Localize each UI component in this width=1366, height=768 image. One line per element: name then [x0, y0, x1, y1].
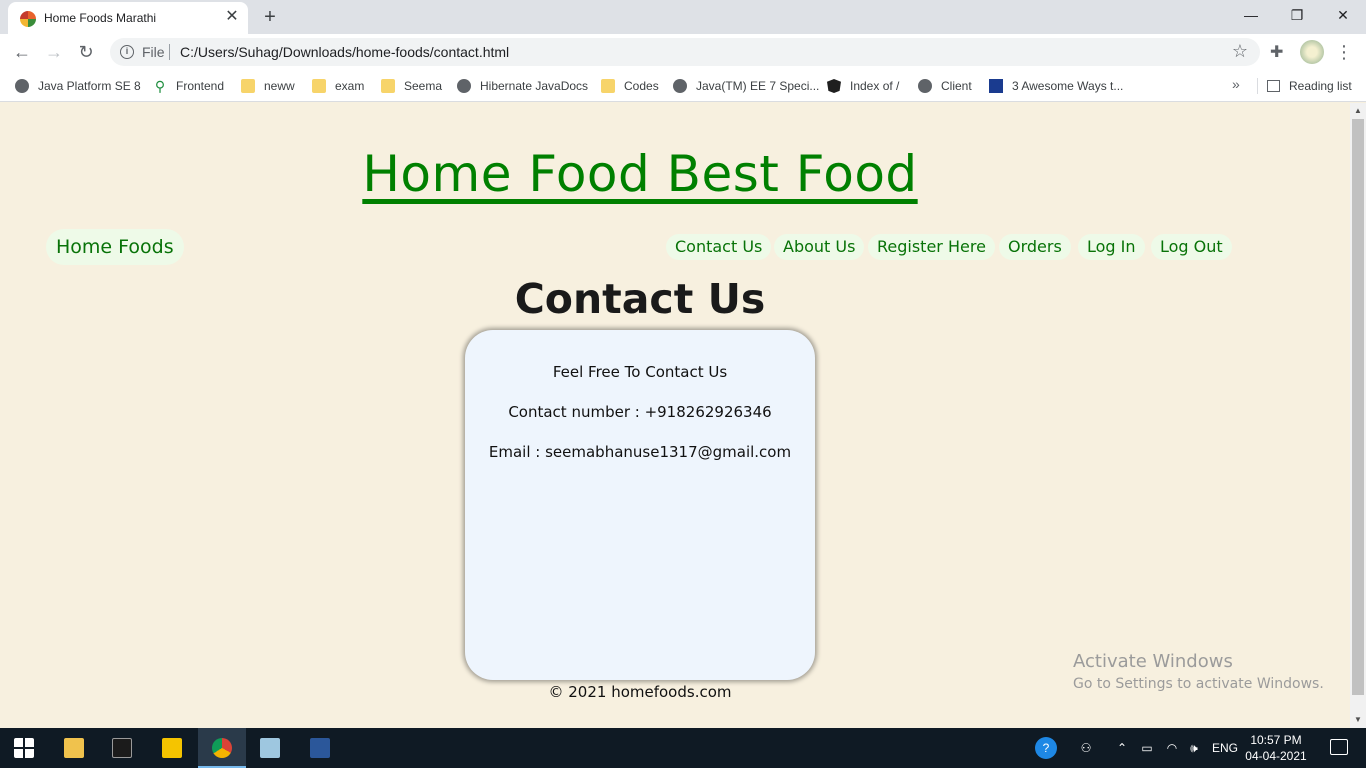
bookmark-item[interactable]: 3 Awesome Ways t... [989, 76, 1123, 96]
browser-tab[interactable]: Home Foods Marathi ✕ [8, 2, 248, 34]
url-scheme: File [142, 44, 165, 60]
contact-card: Feel Free To Contact Us Contact number :… [465, 330, 815, 680]
back-button[interactable]: ← [10, 40, 34, 64]
url-divider [169, 44, 170, 60]
globe-icon [457, 79, 471, 93]
language-indicator[interactable]: ENG [1210, 728, 1240, 768]
file-explorer-icon [64, 738, 84, 758]
brand-link[interactable]: Home Foods [46, 229, 184, 265]
bookmark-item[interactable]: Index of / [827, 76, 899, 96]
people-icon[interactable]: ⚇ [1076, 728, 1096, 768]
site-info-icon[interactable]: i [120, 45, 134, 59]
help-icon[interactable]: ? [1034, 728, 1058, 768]
nav-register-here[interactable]: Register Here [868, 234, 995, 260]
folder-icon [381, 79, 395, 93]
globe-icon [918, 79, 932, 93]
close-window-button[interactable]: ✕ [1320, 0, 1366, 30]
bookmark-item[interactable]: ⚲ Frontend [153, 76, 224, 96]
nav-contact-us[interactable]: Contact Us [666, 234, 772, 260]
battery-icon[interactable]: ▭ [1138, 728, 1156, 768]
bookmark-item[interactable]: Client [918, 76, 972, 96]
angular-icon [827, 79, 841, 93]
system-clock[interactable]: 10:57 PM 04-04-2021 [1244, 732, 1308, 764]
contact-phone: Contact number : +918262926346 [508, 403, 772, 421]
reload-button[interactable]: ↻ [74, 40, 98, 64]
clock-time: 10:57 PM [1250, 733, 1302, 747]
tab-close-icon[interactable]: ✕ [224, 9, 240, 25]
bookmark-folder[interactable]: Seema [381, 76, 442, 96]
page-heading: Contact Us [514, 275, 766, 323]
taskbar-app[interactable] [246, 728, 294, 768]
terminal-icon [112, 738, 132, 758]
taskbar-file-explorer[interactable] [50, 728, 98, 768]
taskbar-player[interactable] [148, 728, 196, 768]
nav-log-out[interactable]: Log Out [1151, 234, 1232, 260]
browser-menu-icon[interactable]: ⋮ [1334, 40, 1354, 64]
bookmark-folder[interactable]: exam [312, 76, 364, 96]
address-bar[interactable]: i File C:/Users/Suhag/Downloads/home-foo… [110, 38, 1260, 66]
browser-toolbar: ← → ↻ i File C:/Users/Suhag/Downloads/ho… [0, 34, 1366, 70]
bookmark-folder[interactable]: Codes [601, 76, 659, 96]
nav-orders[interactable]: Orders [999, 234, 1071, 260]
bookmarks-bar: Java Platform SE 8 ⚲ Frontend neww exam S… [0, 70, 1366, 102]
taskbar-terminal[interactable] [98, 728, 146, 768]
page-scrollbar[interactable]: ▲ ▼ [1350, 103, 1366, 728]
tray-chevron-icon[interactable]: ⌃ [1114, 728, 1130, 768]
tab-strip: Home Foods Marathi ✕ + — ❐ ✕ [0, 0, 1366, 34]
tab-title: Home Foods Marathi [44, 11, 157, 25]
site-icon [989, 79, 1003, 93]
player-icon [162, 738, 182, 758]
scroll-down-icon[interactable]: ▼ [1354, 716, 1362, 724]
scrollbar-thumb[interactable] [1352, 119, 1364, 695]
contact-intro: Feel Free To Contact Us [552, 363, 728, 381]
app-icon [260, 738, 280, 758]
start-icon [14, 738, 34, 758]
site-title-link[interactable]: Home Food Best Food [0, 145, 1280, 203]
bookmark-star-icon[interactable]: ☆ [1232, 41, 1248, 62]
forward-button[interactable]: → [42, 40, 66, 64]
wifi-icon[interactable]: ◠ [1162, 728, 1182, 768]
minimize-button[interactable]: — [1228, 0, 1274, 30]
windows-taskbar: ? ⚇ ⌃ ▭ ◠ 🕪 ENG 10:57 PM 04-04-2021 [0, 728, 1366, 768]
scroll-up-icon[interactable]: ▲ [1354, 107, 1362, 115]
new-tab-button[interactable]: + [258, 5, 282, 29]
extensions-icon[interactable]: ✚ [1270, 42, 1283, 62]
bookmark-item[interactable]: Java(TM) EE 7 Speci... [673, 76, 819, 96]
globe-icon [673, 79, 687, 93]
volume-icon[interactable]: 🕪 [1184, 728, 1204, 768]
start-button[interactable] [0, 728, 48, 768]
bookmarks-overflow-button[interactable]: » [1232, 76, 1240, 92]
reading-list-button[interactable]: Reading list [1267, 76, 1352, 96]
folder-icon [241, 79, 255, 93]
contact-email: Email : seemabhanuse1317@gmail.com [488, 443, 792, 461]
notification-icon[interactable] [1330, 739, 1348, 755]
chrome-icon [212, 738, 232, 758]
folder-icon [312, 79, 326, 93]
clock-date: 04-04-2021 [1245, 749, 1307, 763]
reading-list-icon [1267, 80, 1280, 92]
nav-log-in[interactable]: Log In [1078, 234, 1145, 260]
taskbar-word[interactable] [296, 728, 344, 768]
bookmark-folder[interactable]: neww [241, 76, 295, 96]
restore-button[interactable]: ❐ [1274, 0, 1320, 30]
url-text[interactable]: C:/Users/Suhag/Downloads/home-foods/cont… [180, 44, 509, 60]
watermark-title: Activate Windows [1073, 651, 1233, 672]
taskbar-chrome[interactable] [198, 728, 246, 768]
profile-avatar[interactable] [1300, 40, 1324, 64]
word-icon [310, 738, 330, 758]
globe-icon [15, 79, 29, 93]
folder-icon [601, 79, 615, 93]
bookmark-item[interactable]: Hibernate JavaDocs [457, 76, 588, 96]
activate-windows-watermark: Activate Windows Go to Settings to activ… [1073, 651, 1324, 692]
pin-icon: ⚲ [154, 78, 166, 94]
page-viewport: Home Food Best Food Home Foods Contact U… [0, 103, 1350, 728]
favicon-icon [20, 11, 36, 27]
watermark-subtitle: Go to Settings to activate Windows. [1073, 676, 1324, 692]
bookmark-item[interactable]: Java Platform SE 8 [15, 76, 141, 96]
nav-about-us[interactable]: About Us [774, 234, 865, 260]
bookmarks-divider [1257, 78, 1258, 94]
